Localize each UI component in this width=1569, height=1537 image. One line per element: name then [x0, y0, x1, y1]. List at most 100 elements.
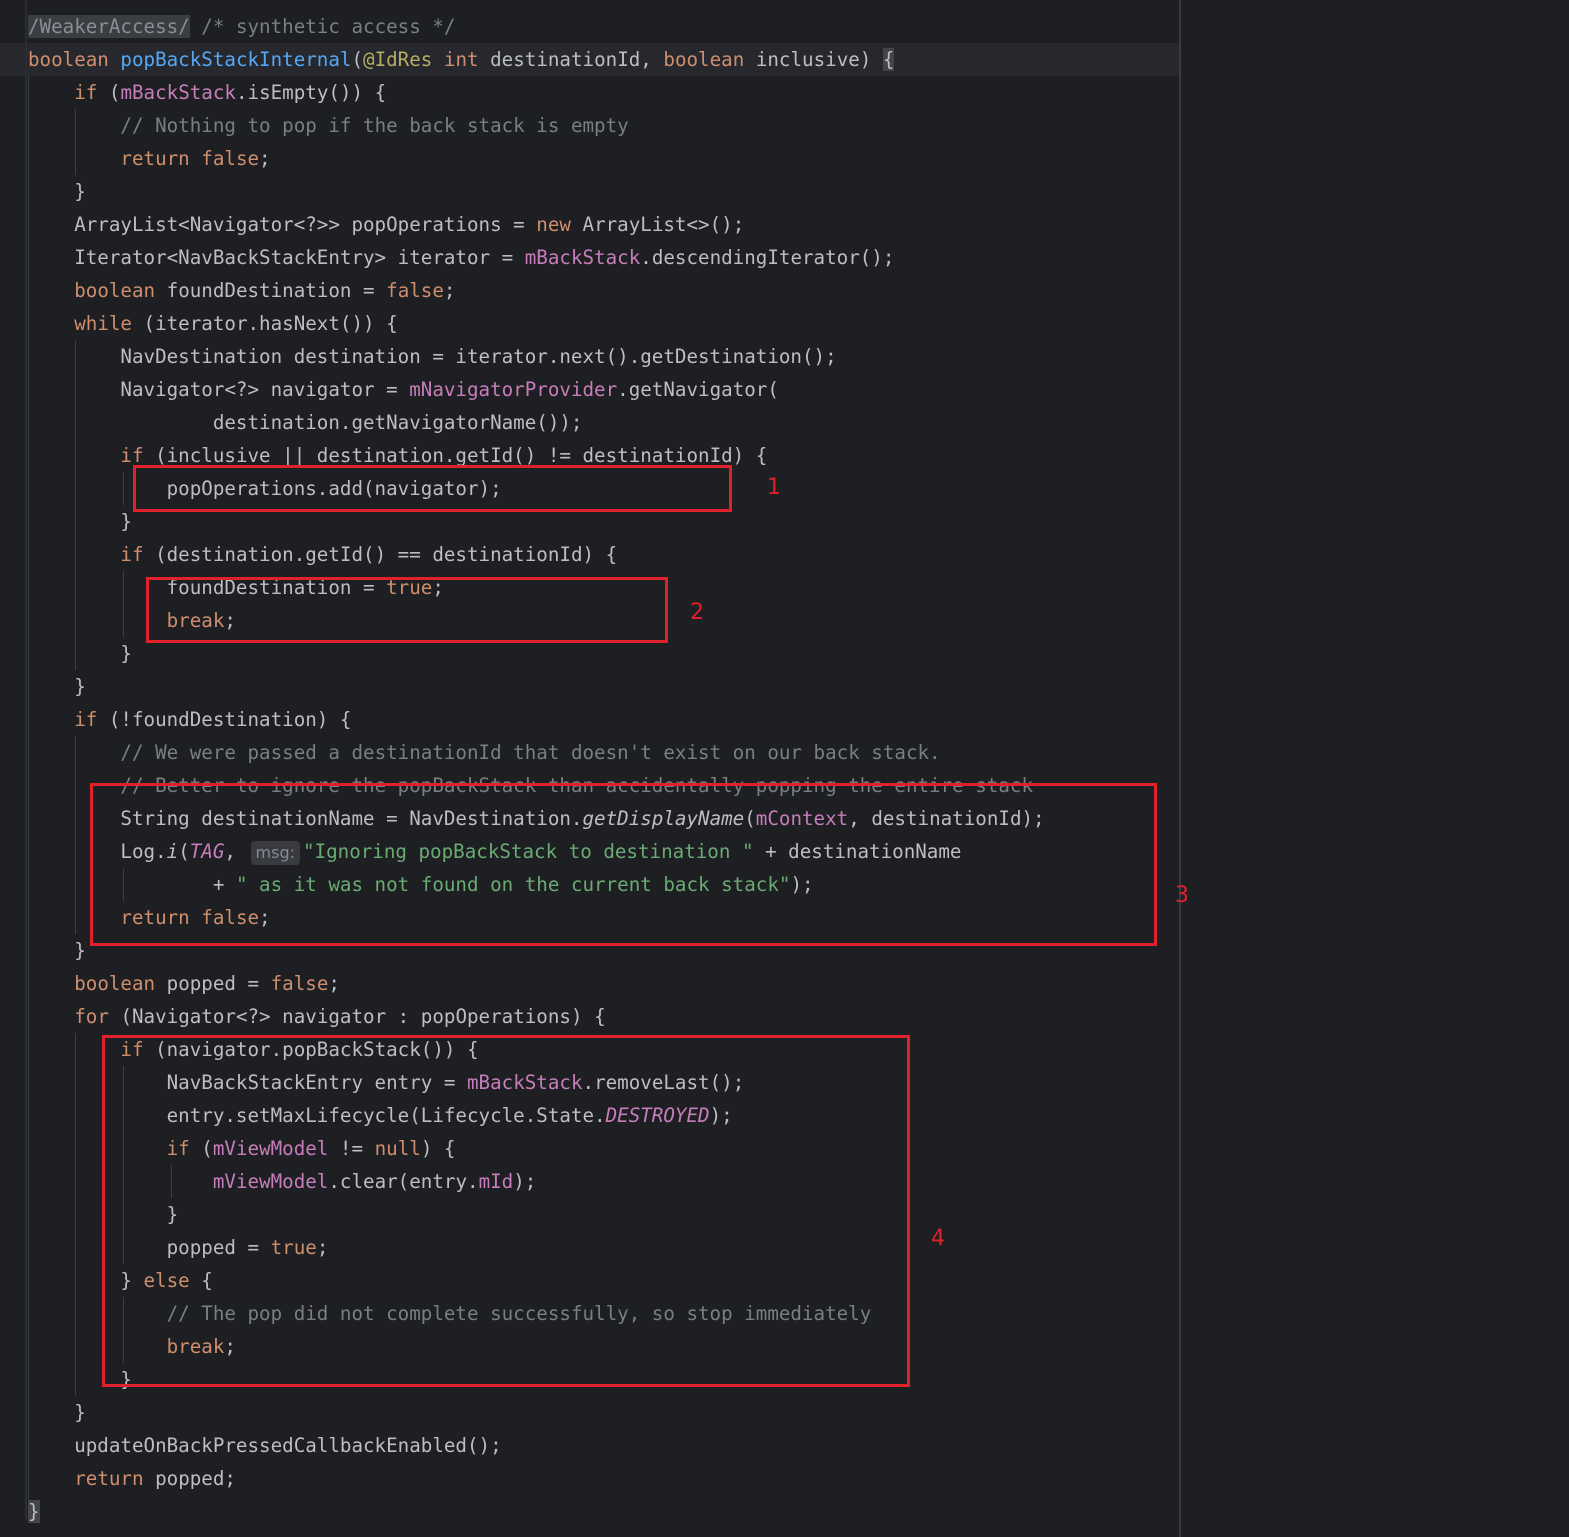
code-token: ; [328, 972, 340, 995]
code-line[interactable]: destination.getNavigatorName()); [28, 406, 583, 439]
code-line[interactable]: boolean popBackStackInternal(@IdRes int … [28, 43, 895, 76]
code-line[interactable]: /WeakerAccess/ /* synthetic access */ [28, 10, 455, 43]
code-token: foundDestination = [166, 279, 387, 302]
code-token: boolean [74, 972, 167, 995]
annotation-label-3: 3 [1175, 883, 1189, 908]
code-token: @IdRes [363, 48, 444, 71]
gutter-edge [25, 0, 27, 1520]
code-line[interactable]: } [28, 1396, 86, 1429]
code-token: ( [351, 48, 364, 71]
code-token: (Navigator<?> navigator : popOperations)… [120, 1005, 606, 1028]
code-token: NavDestination destination = iterator.ne… [28, 345, 837, 368]
right-margin-guide [1179, 0, 1181, 1537]
code-token: (!foundDestination) { [108, 708, 352, 731]
code-token: } [28, 1401, 86, 1424]
code-line[interactable]: // Nothing to pop if the back stack is e… [28, 109, 628, 142]
code-token: if [120, 543, 156, 566]
annotation-label-2: 2 [690, 600, 704, 625]
code-line[interactable]: return false; [28, 142, 271, 175]
code-line[interactable]: if (!foundDestination) { [28, 703, 351, 736]
code-token: { [882, 48, 895, 71]
code-token: mBackStack [120, 81, 236, 104]
code-token: while [74, 312, 144, 335]
code-line[interactable]: boolean popped = false; [28, 967, 340, 1000]
annotation-label-1: 1 [767, 475, 781, 500]
code-line[interactable]: } [28, 505, 132, 538]
code-token: ( [108, 81, 121, 104]
code-token: ; [259, 147, 271, 170]
code-token: popBackStackInternal [120, 48, 352, 71]
code-token: // We were passed a destinationId that d… [120, 741, 941, 764]
code-token: ArrayList<>(); [582, 213, 745, 236]
code-line[interactable]: // We were passed a destinationId that d… [28, 736, 941, 769]
code-editor[interactable]: /WeakerAccess/ /* synthetic access */boo… [0, 0, 1569, 1537]
code-token: new [536, 213, 583, 236]
code-token: mBackStack [524, 246, 641, 269]
code-line[interactable]: if (destination.getId() == destinationId… [28, 538, 617, 571]
code-token: destination.getNavigatorName()); [28, 411, 583, 434]
code-token: return [74, 1467, 156, 1490]
code-line[interactable]: Navigator<?> navigator = mNavigatorProvi… [28, 373, 778, 406]
code-token: ArrayList<Navigator<?>> popOperations = [28, 213, 537, 236]
code-token: false [270, 972, 329, 995]
code-line[interactable]: } [28, 934, 86, 967]
code-token: boolean [74, 279, 167, 302]
code-line[interactable]: NavDestination destination = iterator.ne… [28, 340, 837, 373]
code-token: for [74, 1005, 121, 1028]
code-line[interactable]: } [28, 175, 86, 208]
code-line[interactable]: return popped; [28, 1462, 236, 1495]
code-token: } [28, 642, 132, 665]
annotation-box-2 [146, 577, 668, 643]
code-token: } [28, 675, 86, 698]
code-line[interactable]: } [28, 1495, 40, 1528]
code-token: inclusive) [755, 48, 883, 71]
code-line[interactable]: updateOnBackPressedCallbackEnabled(); [28, 1429, 502, 1462]
code-token: popped = [166, 972, 271, 995]
code-token: false [386, 279, 444, 302]
code-token: if [74, 81, 109, 104]
code-token: updateOnBackPressedCallbackEnabled(); [28, 1434, 502, 1457]
code-token: Iterator<NavBackStackEntry> iterator = [28, 246, 525, 269]
code-line[interactable]: if (mBackStack.isEmpty()) { [28, 76, 386, 109]
code-token: } [28, 939, 86, 962]
code-token: (destination.getId() == destinationId) { [155, 543, 618, 566]
code-token: int [443, 48, 491, 71]
code-token: /WeakerAccess/ [28, 15, 190, 38]
code-line[interactable]: boolean foundDestination = false; [28, 274, 455, 307]
code-token: } [28, 180, 86, 203]
code-line[interactable]: Iterator<NavBackStackEntry> iterator = m… [28, 241, 894, 274]
code-line[interactable]: } [28, 637, 132, 670]
code-token: mNavigatorProvider [409, 378, 618, 401]
code-token: Navigator<?> navigator = [28, 378, 410, 401]
annotation-box-1 [133, 465, 732, 512]
code-token: if [120, 444, 156, 467]
code-token: destinationId, [490, 48, 664, 71]
code-token: } [28, 510, 132, 533]
code-token: popped; [155, 1467, 236, 1490]
code-token: (inclusive || destination.getId() != des… [155, 444, 768, 467]
code-line[interactable]: for (Navigator<?> navigator : popOperati… [28, 1000, 606, 1033]
annotation-box-3 [90, 783, 1157, 946]
code-line[interactable]: } [28, 670, 86, 703]
code-token: ; [443, 279, 456, 302]
code-token: .isEmpty()) { [235, 81, 387, 104]
code-token: return false [120, 147, 260, 170]
code-token: (iterator.hasNext()) { [143, 312, 398, 335]
code-token: .descendingIterator(); [640, 246, 895, 269]
code-token: boolean [663, 48, 756, 71]
annotation-box-4 [102, 1035, 910, 1387]
code-line[interactable]: while (iterator.hasNext()) { [28, 307, 398, 340]
code-token: boolean [28, 48, 121, 71]
code-token: } [28, 1500, 40, 1523]
code-line[interactable]: ArrayList<Navigator<?>> popOperations = … [28, 208, 744, 241]
